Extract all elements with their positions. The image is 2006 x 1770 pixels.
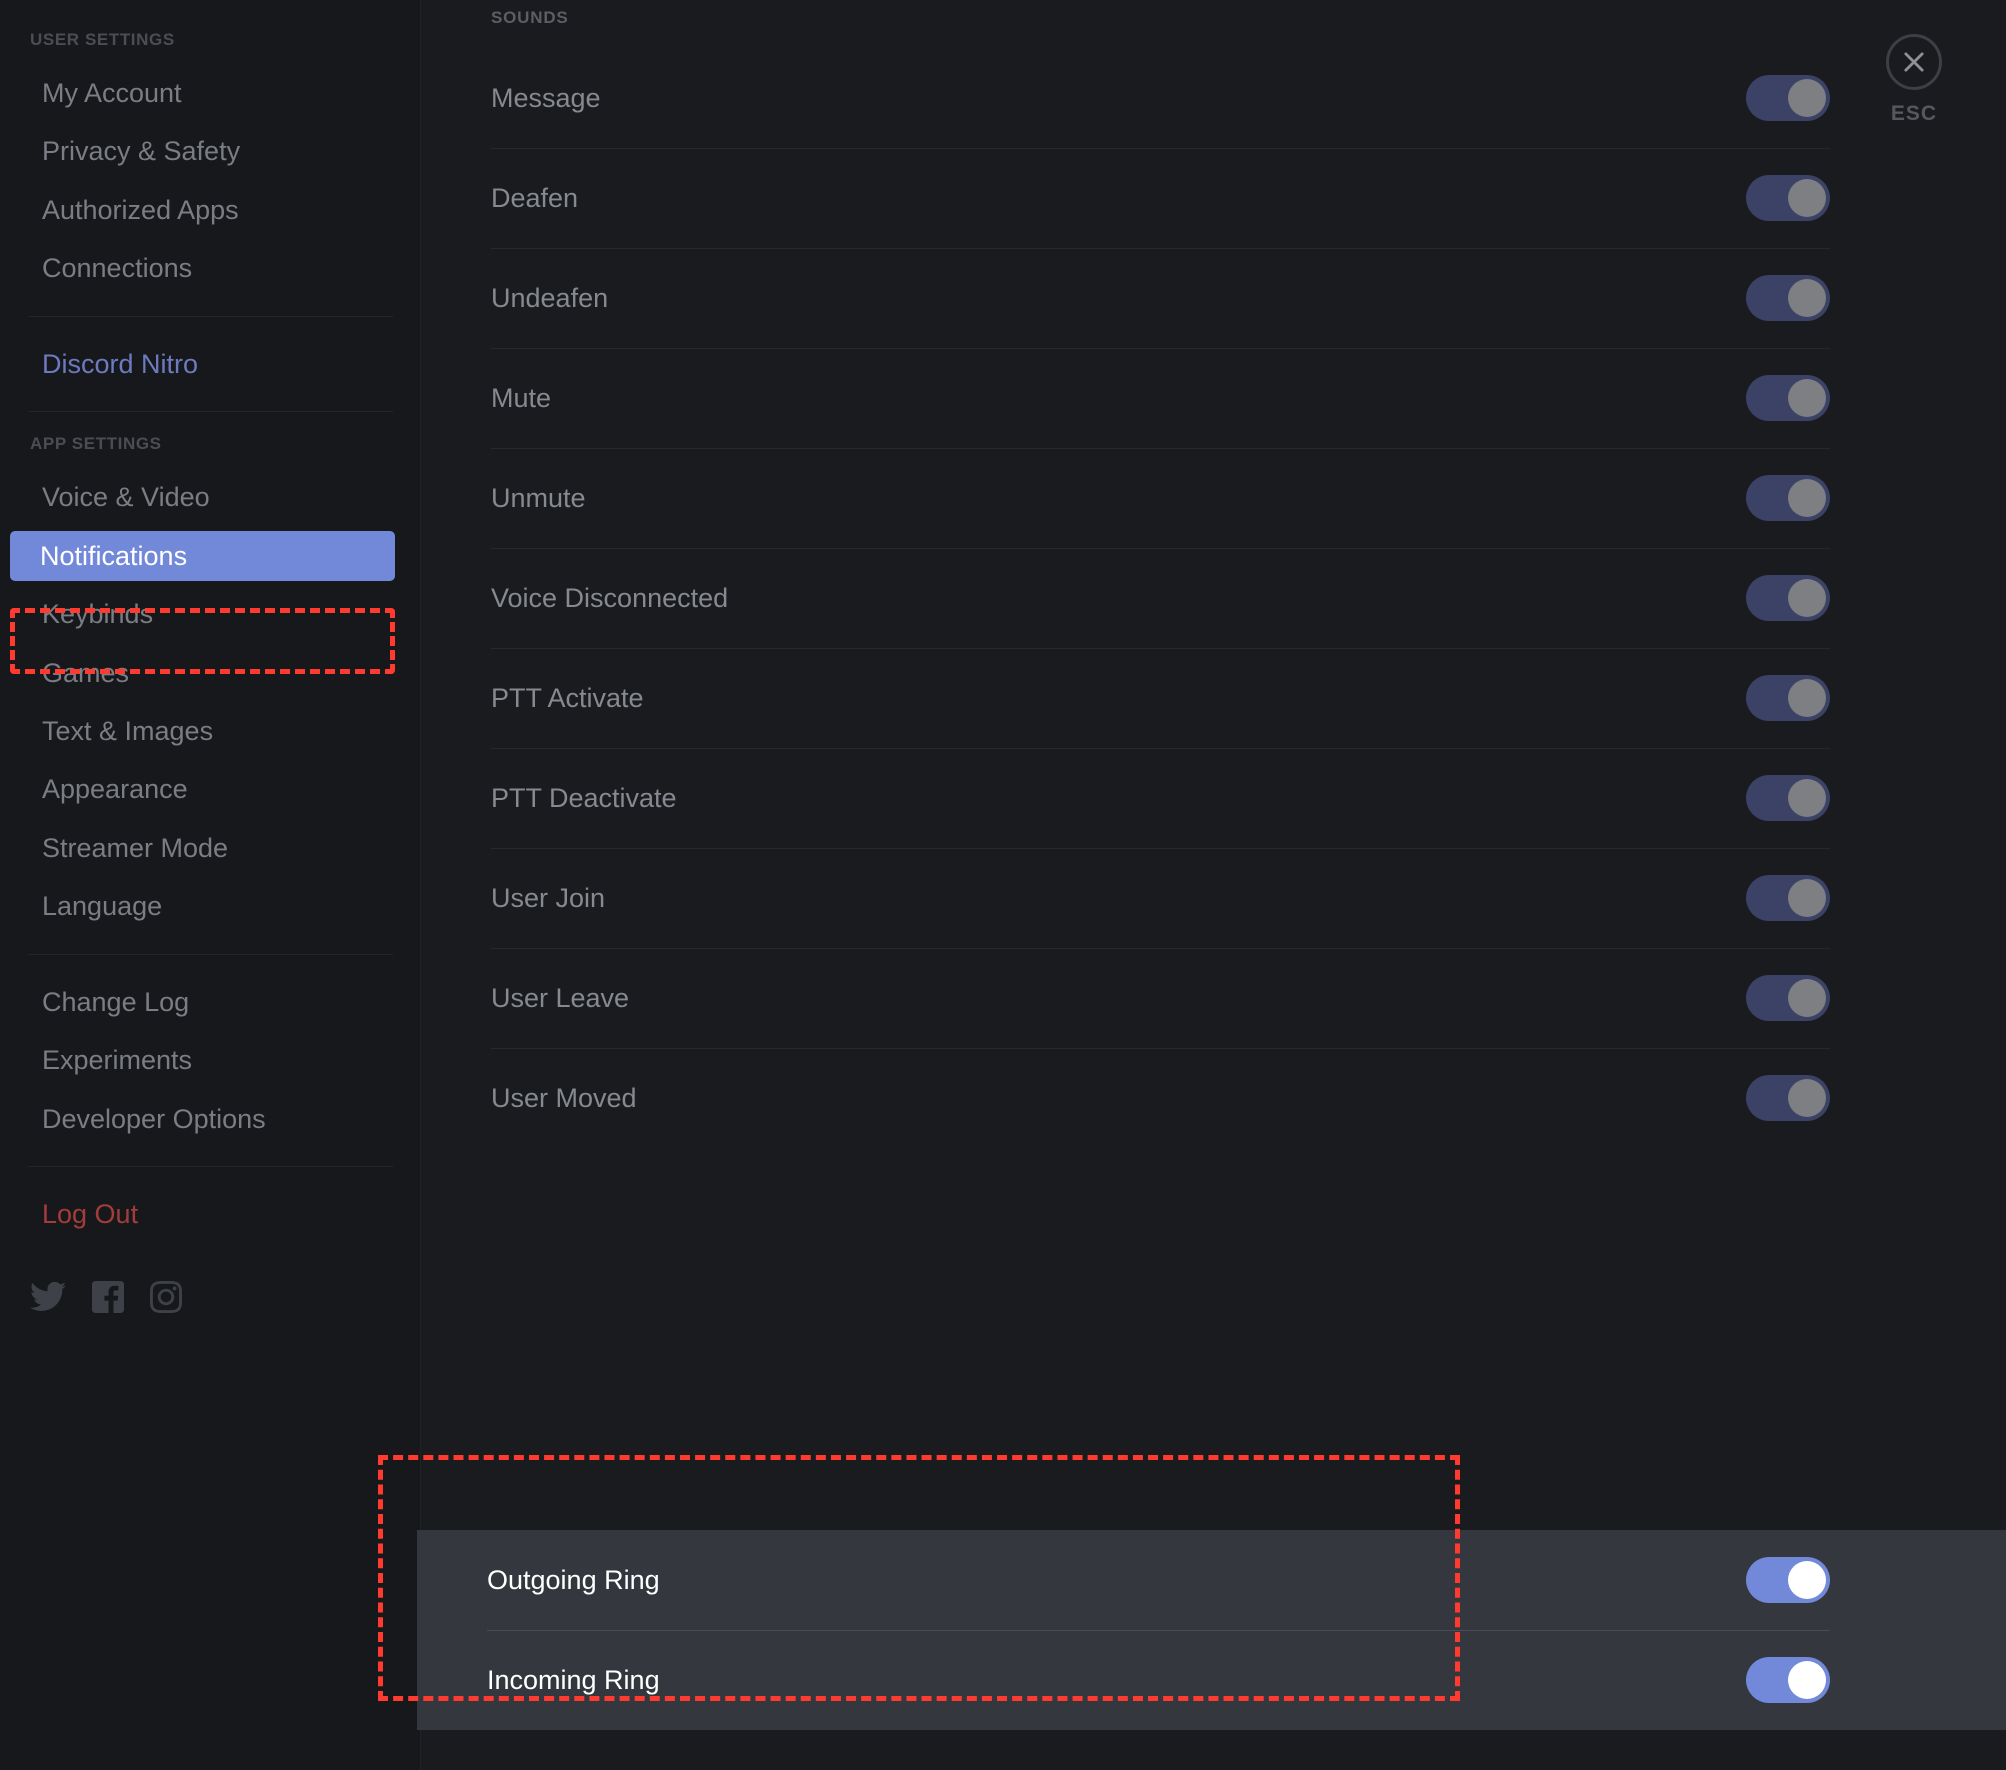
sidebar-item-language[interactable]: Language xyxy=(12,881,409,931)
sound-row-label: Deafen xyxy=(491,182,579,213)
social-links xyxy=(0,1247,421,1314)
toggle-knob xyxy=(1788,879,1826,917)
sound-row: PTT Activate xyxy=(421,648,2006,748)
sidebar-misc-list: Change Log Experiments Developer Options xyxy=(0,977,421,1144)
toggle-knob xyxy=(1788,779,1826,817)
sidebar-item-privacy-safety[interactable]: Privacy & Safety xyxy=(12,126,409,176)
sidebar-item-voice-video[interactable]: Voice & Video xyxy=(12,472,409,522)
sound-row-label: User Leave xyxy=(491,982,630,1013)
toggle-user-moved[interactable] xyxy=(1746,1075,1830,1121)
toggle-knob xyxy=(1788,379,1826,417)
toggle-user-leave[interactable] xyxy=(1746,975,1830,1021)
sound-row: User Leave xyxy=(421,948,2006,1048)
sound-row-label: Unmute xyxy=(491,482,586,513)
sidebar-item-streamer-mode[interactable]: Streamer Mode xyxy=(12,823,409,873)
settings-sidebar: USER SETTINGS My Account Privacy & Safety… xyxy=(0,0,421,1770)
toggle-ptt-deactivate[interactable] xyxy=(1746,775,1830,821)
toggle-knob xyxy=(1788,79,1826,117)
sidebar-item-appearance[interactable]: Appearance xyxy=(12,764,409,814)
sidebar-item-discord-nitro[interactable]: Discord Nitro xyxy=(12,339,409,389)
close-x-icon[interactable] xyxy=(1886,34,1942,90)
sound-row: Incoming Ring xyxy=(417,1630,2006,1730)
toggle-knob xyxy=(1788,679,1826,717)
sidebar-item-change-log[interactable]: Change Log xyxy=(12,977,409,1027)
sound-row-label: User Moved xyxy=(491,1082,637,1113)
sidebar-item-keybinds[interactable]: Keybinds xyxy=(12,589,409,639)
sound-row: PTT Deactivate xyxy=(421,748,2006,848)
sidebar-item-text-images[interactable]: Text & Images xyxy=(12,706,409,756)
toggle-knob xyxy=(1788,579,1826,617)
toggle-knob xyxy=(1788,1079,1826,1117)
sounds-list: Message Deafen Undeafen Mute Unmute Voice Dis… xyxy=(421,48,2006,1148)
app-settings-heading: APP SETTINGS xyxy=(30,434,162,454)
sidebar-divider-1 xyxy=(28,315,393,317)
toggle-message[interactable] xyxy=(1746,75,1830,121)
toggle-knob xyxy=(1788,279,1826,317)
sound-row: Voice Disconnected xyxy=(421,548,2006,648)
sound-row: User Moved xyxy=(421,1048,2006,1148)
sound-row: Outgoing Ring xyxy=(417,1530,2006,1630)
sidebar-divider-3 xyxy=(28,953,393,955)
sidebar-item-games[interactable]: Games xyxy=(12,648,409,698)
sound-row: Undeafen xyxy=(421,248,2006,348)
esc-label: ESC xyxy=(1890,102,1938,125)
toggle-knob xyxy=(1788,1661,1826,1699)
sidebar-item-my-account[interactable]: My Account xyxy=(12,68,409,118)
toggle-knob xyxy=(1788,179,1826,217)
sidebar-item-connections[interactable]: Connections xyxy=(12,243,409,293)
sidebar-item-notifications[interactable]: Notifications xyxy=(10,530,395,582)
sound-row-label: Message xyxy=(491,82,601,113)
toggle-unmute[interactable] xyxy=(1746,475,1830,521)
close-settings-button[interactable]: ESC xyxy=(1866,34,1962,126)
sound-row-label: PTT Deactivate xyxy=(491,782,677,813)
ring-sounds-list: Outgoing Ring Incoming Ring xyxy=(417,1530,2006,1730)
toggle-knob xyxy=(1788,479,1826,517)
sound-row-label: PTT Activate xyxy=(491,682,644,713)
discord-user-settings-window: USER SETTINGS My Account Privacy & Safety… xyxy=(0,0,2006,1770)
user-settings-list: My Account Privacy & Safety Authorized App… xyxy=(0,68,421,294)
sound-row-label: Mute xyxy=(491,382,552,413)
twitter-icon[interactable] xyxy=(30,1282,66,1312)
toggle-ptt-activate[interactable] xyxy=(1746,675,1830,721)
sound-row: Deafen xyxy=(421,148,2006,248)
sound-row-label: User Join xyxy=(491,882,606,913)
toggle-voice-disconnected[interactable] xyxy=(1746,575,1830,621)
user-settings-heading: USER SETTINGS xyxy=(30,30,175,49)
toggle-mute[interactable] xyxy=(1746,375,1830,421)
sound-row: Message xyxy=(421,48,2006,148)
sound-row: Unmute xyxy=(421,448,2006,548)
sound-row: User Join xyxy=(421,848,2006,948)
toggle-knob xyxy=(1788,1561,1826,1599)
instagram-icon[interactable] xyxy=(150,1281,182,1314)
sidebar-divider-2 xyxy=(28,411,393,413)
toggle-incoming-ring[interactable] xyxy=(1746,1657,1830,1703)
sounds-section-heading: SOUNDS xyxy=(491,8,569,27)
toggle-knob xyxy=(1788,979,1826,1017)
sound-row-label: Incoming Ring xyxy=(487,1664,660,1695)
sound-row-label: Undeafen xyxy=(491,282,609,313)
sidebar-item-log-out[interactable]: Log Out xyxy=(12,1189,409,1239)
sound-row-label: Outgoing Ring xyxy=(487,1564,660,1595)
sidebar-item-authorized-apps[interactable]: Authorized Apps xyxy=(12,185,409,235)
notifications-settings-panel: SOUNDS Message Deafen Undeafen Mute Unmute Vo… xyxy=(417,0,2006,1770)
toggle-undeafen[interactable] xyxy=(1746,275,1830,321)
toggle-user-join[interactable] xyxy=(1746,875,1830,921)
sidebar-divider-4 xyxy=(28,1166,393,1167)
toggle-deafen[interactable] xyxy=(1746,175,1830,221)
app-settings-list: Voice & Video Notifications Keybinds Games T… xyxy=(0,472,421,932)
sidebar-item-experiments[interactable]: Experiments xyxy=(12,1035,409,1085)
toggle-outgoing-ring[interactable] xyxy=(1746,1557,1830,1603)
sound-row: Mute xyxy=(421,348,2006,448)
facebook-icon[interactable] xyxy=(92,1281,124,1314)
sound-row-label: Voice Disconnected xyxy=(491,582,729,613)
sidebar-item-developer-options[interactable]: Developer Options xyxy=(12,1094,409,1144)
